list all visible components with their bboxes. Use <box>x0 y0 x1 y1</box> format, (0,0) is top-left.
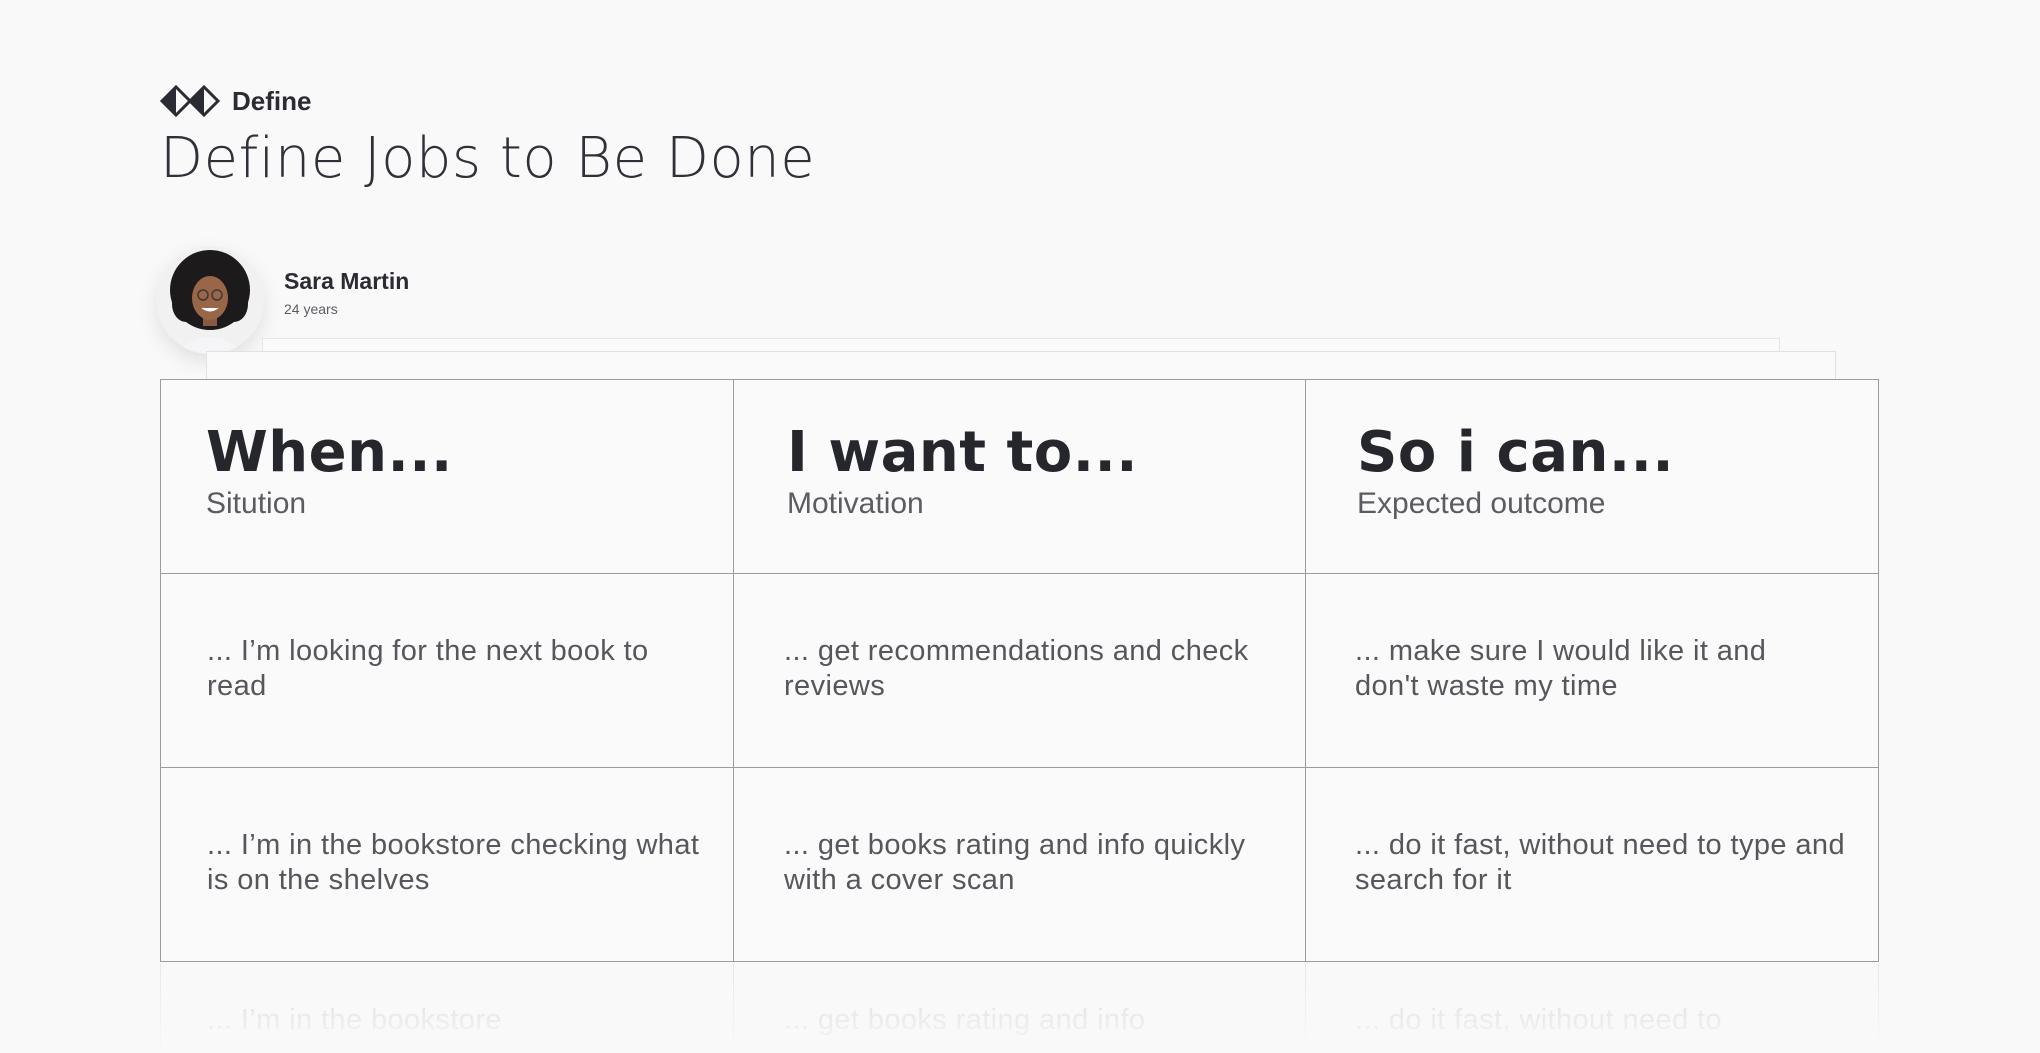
column-title: I want to... <box>787 420 1139 485</box>
user-avatar <box>156 246 264 354</box>
cell-text: ... get recommendations and check review… <box>784 635 1249 702</box>
jtbd-grid: When... Sitution I want to... Motivation… <box>160 379 1879 962</box>
reflection-cell: ... do it fast, without need to <box>1306 964 1879 1053</box>
reflection-text: ... do it fast, without need to <box>1355 1004 1723 1036</box>
stacked-card-middle <box>206 351 1836 380</box>
grid-cell[interactable]: ... get books rating and info quickly wi… <box>734 768 1306 962</box>
column-header-situation: When... Sitution <box>161 380 734 574</box>
column-subtitle: Motivation <box>787 487 924 520</box>
grid-cell[interactable]: ... do it fast, without need to type and… <box>1306 768 1879 962</box>
define-diamond-icon <box>160 84 220 118</box>
persona-info: Sara Martin 24 years <box>284 268 409 317</box>
column-header-motivation: I want to... Motivation <box>734 380 1306 574</box>
cell-text: ... get books rating and info quickly wi… <box>784 829 1246 896</box>
grid-cell[interactable]: ... I’m in the bookstore checking what i… <box>161 768 734 962</box>
grid-cell[interactable]: ... I’m looking for the next book to rea… <box>161 574 734 768</box>
cell-text: ... do it fast, without need to type and… <box>1355 829 1845 896</box>
page-title: Define Jobs to Be Done <box>160 126 816 191</box>
grid-cell[interactable]: ... get recommendations and check review… <box>734 574 1306 768</box>
grid-cell[interactable]: ... make sure I would like it and don't … <box>1306 574 1879 768</box>
reflection-text: ... get books rating and info <box>784 1004 1146 1036</box>
cell-text: ... I’m in the bookstore checking what i… <box>207 829 700 896</box>
persona-name: Sara Martin <box>284 267 410 294</box>
persona-age: 24 years <box>284 300 338 317</box>
column-title: When... <box>206 420 453 485</box>
reflection-cell: ... I’m in the bookstore <box>161 964 734 1053</box>
column-title: So i can... <box>1357 420 1675 485</box>
column-header-outcome: So i can... Expected outcome <box>1306 380 1879 574</box>
step-label: Define <box>232 85 312 116</box>
grid-reflection: ... I’m in the bookstore ... get books r… <box>160 964 1879 1053</box>
cell-text: ... I’m looking for the next book to rea… <box>207 635 649 702</box>
column-subtitle: Expected outcome <box>1357 487 1606 520</box>
reflection-cell: ... get books rating and info <box>734 964 1306 1053</box>
reflection-text: ... I’m in the bookstore <box>207 1004 502 1036</box>
column-subtitle: Sitution <box>206 487 307 520</box>
step-header: Define <box>160 84 311 118</box>
cell-text: ... make sure I would like it and don't … <box>1355 635 1767 702</box>
